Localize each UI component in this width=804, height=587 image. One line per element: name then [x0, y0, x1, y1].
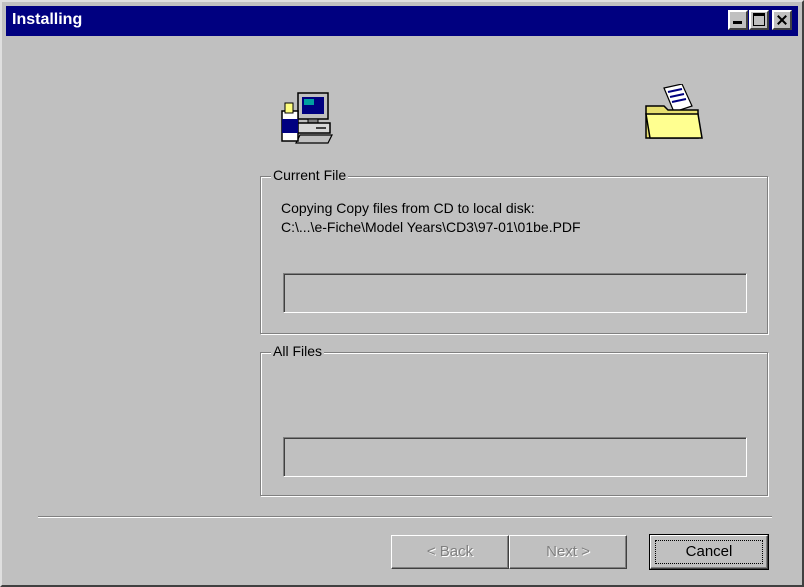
cancel-button-label: Cancel	[685, 543, 733, 560]
current-file-progress-bar	[283, 273, 747, 313]
current-file-path: C:\...\e-Fiche\Model Years\CD3\97-01\01b…	[281, 219, 581, 235]
all-files-group: All Files	[260, 343, 768, 496]
button-separator	[38, 516, 772, 518]
folder-icon	[645, 84, 703, 139]
next-button[interactable]: Next >	[509, 535, 627, 569]
maximize-button[interactable]	[749, 10, 769, 30]
close-button[interactable]	[772, 10, 792, 30]
back-button-label: < Back	[426, 543, 474, 560]
title-bar[interactable]: Installing	[6, 6, 798, 36]
current-file-legend: Current File	[271, 167, 349, 183]
minimize-button[interactable]	[728, 10, 748, 30]
all-files-progress-bar	[283, 437, 747, 477]
next-button-label: Next >	[546, 543, 590, 560]
window-title: Installing	[12, 11, 83, 28]
copy-status-text: Copying Copy files from CD to local disk…	[281, 200, 535, 216]
current-file-group: Current File Copying Copy files from CD …	[260, 167, 768, 334]
computer-setup-icon	[281, 92, 333, 144]
all-files-legend: All Files	[271, 343, 325, 359]
back-button[interactable]: < Back	[391, 535, 509, 569]
cancel-button[interactable]: Cancel	[649, 534, 769, 570]
installing-dialog: Installing Current File Copying Copy fil…	[0, 0, 804, 587]
